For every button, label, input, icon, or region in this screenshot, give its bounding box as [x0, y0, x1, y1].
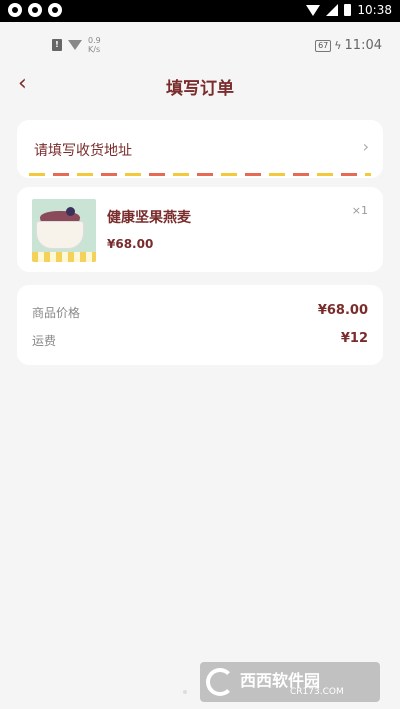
notification-icon	[28, 3, 42, 17]
notification-icons	[8, 3, 62, 17]
battery-icon: 67	[315, 39, 332, 52]
watermark-logo-icon	[206, 668, 234, 696]
app-status-right: 67 ϟ 11:04	[315, 38, 382, 53]
page-indicator-dot	[183, 690, 187, 694]
app-status-bar: ! 0.9 K/s 67 ϟ 11:04	[0, 22, 400, 60]
summary-label: 运费	[32, 334, 57, 348]
product-image	[32, 199, 96, 262]
summary-row-shipping: 运费 ¥12	[32, 330, 368, 350]
signal-icon	[326, 4, 339, 16]
system-time: 10:38	[357, 3, 392, 17]
summary-row-goods-price: 商品价格 ¥68.00	[32, 302, 368, 322]
sim-alert-icon: !	[52, 39, 62, 51]
battery-icon	[344, 4, 352, 16]
page-header: ‹ 填写订单	[0, 60, 400, 110]
product-card: 健康坚果燕麦 ¥68.00 ×1	[17, 187, 383, 272]
network-speed-unit: K/s	[88, 45, 101, 54]
image-stripe	[32, 252, 96, 262]
envelope-stripe	[29, 173, 371, 176]
product-quantity: ×1	[351, 204, 368, 217]
image-bowl	[36, 221, 84, 249]
wifi-icon	[68, 40, 82, 50]
notification-icon	[8, 3, 22, 17]
summary-value: ¥12	[340, 331, 368, 346]
product-price: ¥68.00	[107, 237, 154, 251]
price-summary-card: 商品价格 ¥68.00 运费 ¥12	[17, 285, 383, 365]
product-name: 健康坚果燕麦	[107, 210, 191, 226]
page-title: 填写订单	[166, 79, 234, 99]
app-status-time: 11:04	[344, 38, 382, 53]
summary-label: 商品价格	[32, 306, 81, 320]
watermark: 西西软件园 CR173.COM	[200, 662, 380, 702]
address-card[interactable]: 请填写收货地址 ›	[17, 120, 383, 178]
watermark-subtext: CR173.COM	[290, 687, 344, 697]
charging-icon: ϟ	[334, 39, 342, 52]
summary-value: ¥68.00	[317, 303, 368, 318]
app-status-left: ! 0.9 K/s	[52, 36, 101, 54]
address-prompt: 请填写收货地址	[34, 143, 132, 159]
wifi-icon	[306, 4, 321, 16]
system-status-bar: 10:38	[0, 0, 400, 22]
system-indicators: 10:38	[306, 3, 392, 17]
chevron-right-icon: ›	[362, 137, 369, 156]
image-berry	[66, 207, 75, 216]
network-speed-value: 0.9	[88, 36, 101, 45]
notification-icon	[48, 3, 62, 17]
network-speed: 0.9 K/s	[88, 36, 101, 54]
